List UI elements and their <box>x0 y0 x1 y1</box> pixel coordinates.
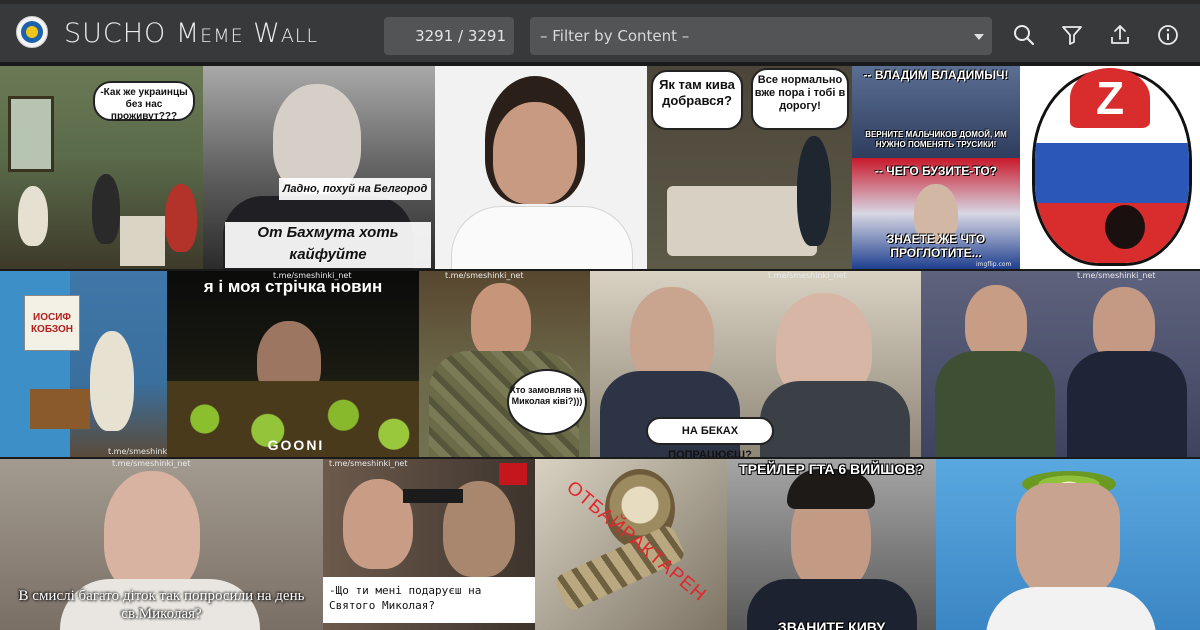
watermark: t.me/smeshinki_net <box>112 459 191 468</box>
logo-sunflower <box>26 26 38 38</box>
meme-tile[interactable]: я і моя стрічка новин GOONI t.me/smeshin… <box>167 271 419 457</box>
table-graphic <box>30 389 90 429</box>
upload-icon <box>1111 25 1129 44</box>
meme-tile[interactable]: ИОСИФ КОБЗОН t.me/smeshinki_net <box>0 271 167 457</box>
meme-tile[interactable] <box>435 66 647 269</box>
search-icon <box>1014 25 1035 46</box>
speech-bubble: НА БЕКАХ ПОПРАЦЮЄШ? <box>646 417 774 457</box>
meme-caption: ВЕРНИТЕ МАЛЬЧИКОВ ДОМОЙ, ИМ НУЖНО ПОМЕНЯ… <box>865 130 1007 149</box>
meme-tile[interactable]: В смислі багато діток так попросили на д… <box>0 459 323 630</box>
meme-tile[interactable]: Хто замовляв на Миколая ківі?))) t.me/sm… <box>419 271 590 457</box>
speech-bubble: -Как же украинцы без нас проживут??? <box>93 81 195 122</box>
suit-graphic <box>1067 351 1187 457</box>
watermark: t.me/smeshinki_net <box>329 459 408 468</box>
meme-tile[interactable]: Z <box>1020 66 1200 269</box>
info-icon <box>1158 25 1178 45</box>
chevron-down-icon <box>974 34 984 40</box>
person-figure <box>92 174 120 244</box>
watermark: t.me/smeshinki_net <box>273 271 352 280</box>
meme-caption: В смислі багато діток так попросили на д… <box>18 588 305 622</box>
meme-tile[interactable]: ОТБАЙРАКТАРЕН <box>535 459 727 630</box>
meme-tile[interactable]: -- ВЛАДИМ ВЛАДИМЫЧ! ВЕРНИТЕ МАЛЬЧИКОВ ДО… <box>852 66 1020 269</box>
meme-tile[interactable]: ТРЕЙЛЕР ГТА 6 ВИЙШОВ? ЗВАНИТЕ КИВУ <box>727 459 936 630</box>
face-figure <box>965 285 1027 361</box>
suit-graphic <box>760 381 910 457</box>
meme-tile[interactable]: Як там кива добрався? Все нормально вже … <box>647 66 852 269</box>
person-figure <box>18 186 48 246</box>
meme-caption: я і моя стрічка новин <box>203 277 383 296</box>
content-filter-select[interactable]: – Filter by Content – <box>530 17 992 55</box>
meme-caption: -- ВЛАДИМ ВЛАДИМЫЧ! <box>863 68 1009 82</box>
meme-tile[interactable]: Ладно, похуй на Белгород От Бахмута хоть… <box>203 66 435 269</box>
filter-placeholder: – Filter by Content – <box>540 27 690 45</box>
meme-caption: ЗВАНИТЕ КИВУ <box>777 619 886 630</box>
meme-tile[interactable]: t.me/smeshinki_net <box>921 271 1200 457</box>
meme-caption: От Бахмута хоть кайфуйте <box>225 222 431 268</box>
info-button[interactable] <box>1155 22 1181 48</box>
meme-tile[interactable]: -Как же украинцы без нас проживут??? <box>0 66 203 269</box>
meme-caption: ЗНАЕТЕ ЖЕ ЧТО ПРОГЛОТИТЕ... <box>886 232 986 260</box>
meme-tile[interactable]: -Що ти мені подаруєш на Святого Миколая?… <box>323 459 535 630</box>
channel-badge <box>499 463 527 485</box>
filter-button[interactable] <box>1059 22 1085 48</box>
person-figure <box>165 184 197 252</box>
face-figure <box>1016 483 1120 599</box>
watermark: imgflip.com <box>976 261 1012 268</box>
uniform-graphic <box>935 351 1055 457</box>
speech-bubble: Хто замовляв на Миколая ківі?))) <box>507 369 587 435</box>
meme-caption: Ладно, похуй на Белгород <box>279 178 431 200</box>
face-figure <box>104 471 200 595</box>
meme-caption: -Що ти мені подаруєш на Святого Миколая? <box>323 577 535 623</box>
shirt-graphic <box>451 206 633 269</box>
header-bar: SUCHO Meme Wall 3291 / 3291 – Filter by … <box>0 0 1200 62</box>
meme-tile[interactable]: НА БЕКАХ ПОПРАЦЮЄШ? t.me/smeshinki_net <box>590 271 921 457</box>
bed-graphic <box>667 186 817 256</box>
search-button[interactable] <box>1011 22 1037 48</box>
speech-bubble: Як там кива добрався? <box>651 70 743 130</box>
poster-text: ИОСИФ КОБЗОН <box>24 295 80 351</box>
mouth-graphic <box>1105 205 1145 249</box>
result-counter[interactable]: 3291 / 3291 <box>384 17 514 55</box>
watermark: t.me/smeshinki_net <box>1077 271 1156 280</box>
filter-icon <box>1062 26 1082 45</box>
sucho-logo[interactable] <box>16 16 48 48</box>
watermark: t.me/smeshinki_net <box>108 447 167 456</box>
face-figure <box>471 283 531 359</box>
logo-text: GOONI <box>267 437 325 453</box>
meme-caption: ТРЕЙЛЕР ГТА 6 ВИЙШОВ? <box>739 461 924 477</box>
z-symbol: Z <box>1070 68 1150 128</box>
window-graphic <box>8 96 54 172</box>
meme-caption: -- ЧЕГО БУЗИТЕ-ТО? <box>874 164 998 178</box>
face-figure <box>493 102 577 204</box>
speech-bubble: Все нормально вже пора і тобі в дорогу! <box>751 68 849 130</box>
rifle-scope-graphic <box>403 489 463 503</box>
meme-tile[interactable] <box>936 459 1200 630</box>
shirt-graphic <box>986 587 1156 630</box>
stove-graphic <box>120 216 165 266</box>
person-figure <box>797 136 831 246</box>
upload-button[interactable] <box>1107 22 1133 48</box>
person-figure <box>90 331 134 431</box>
watermark: t.me/smeshinki_net <box>768 271 847 280</box>
app-title: SUCHO Meme Wall <box>64 18 319 49</box>
watermark: t.me/smeshinki_net <box>445 271 524 280</box>
